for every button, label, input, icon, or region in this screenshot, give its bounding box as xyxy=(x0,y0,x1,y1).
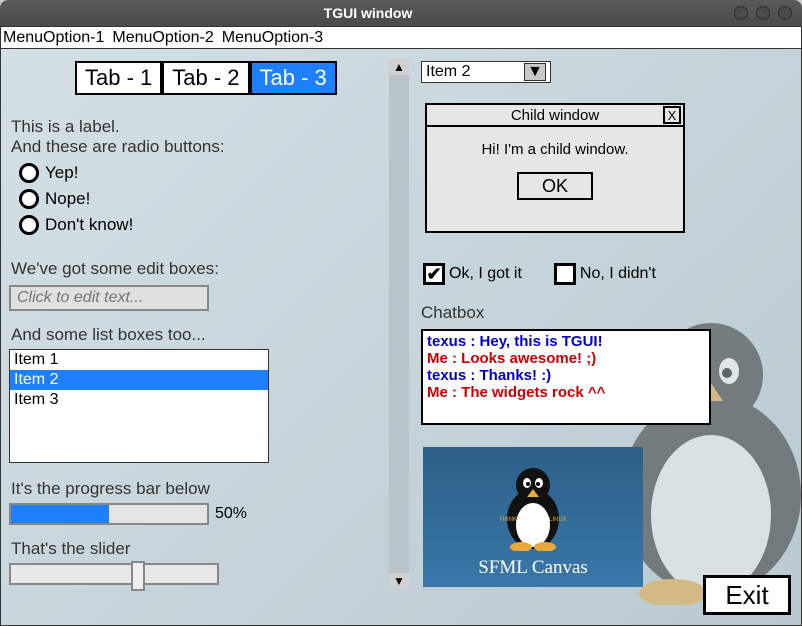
menubar: MenuOption-1 MenuOption-2 MenuOption-3 xyxy=(1,27,801,49)
radio-yep[interactable] xyxy=(19,163,39,183)
sfml-canvas: THINK LINUX SFML Canvas xyxy=(423,447,643,587)
combo-box[interactable]: Item 2 ▼ xyxy=(421,61,551,83)
child-window[interactable]: Child window X Hi! I'm a child window. O… xyxy=(425,103,685,233)
minimize-button[interactable] xyxy=(734,6,748,20)
list-item[interactable]: Item 2 xyxy=(10,370,268,390)
scroll-down-arrow-icon[interactable]: ▼ xyxy=(389,573,409,589)
radio-label-dontknow: Don't know! xyxy=(45,215,133,235)
menu-item-2[interactable]: MenuOption-2 xyxy=(110,29,215,47)
progress-label: It's the progress bar below xyxy=(11,479,210,499)
ok-button[interactable]: OK xyxy=(517,172,593,200)
radio-label-nope: Nope! xyxy=(45,189,90,209)
client-area: Tab - 1 Tab - 2 Tab - 3 This is a label.… xyxy=(1,49,801,625)
canvas-side-left: THINK xyxy=(499,517,517,523)
slider-thumb[interactable] xyxy=(131,561,145,591)
menu-item-3[interactable]: MenuOption-3 xyxy=(220,29,325,47)
penguin-icon: THINK LINUX xyxy=(493,463,573,551)
child-window-close-button[interactable]: X xyxy=(663,106,681,124)
child-window-message: Hi! I'm a child window. xyxy=(427,127,683,158)
checkbox-label-no: No, I didn't xyxy=(580,263,656,285)
checkbox-label-ok: Ok, I got it xyxy=(449,263,522,285)
listbox[interactable]: Item 1 Item 2 Item 3 xyxy=(9,349,269,463)
radio-row-dontknow[interactable]: Don't know! xyxy=(19,215,133,235)
exit-button[interactable]: Exit xyxy=(703,575,791,615)
titlebar: TGUI window xyxy=(0,0,802,26)
vertical-scrollbar[interactable]: ▲ ▼ xyxy=(389,59,409,589)
menu-item-1[interactable]: MenuOption-1 xyxy=(1,29,106,47)
radio-row-nope[interactable]: Nope! xyxy=(19,189,133,209)
radio-label-yep: Yep! xyxy=(45,163,78,183)
maximize-button[interactable] xyxy=(756,6,770,20)
chat-line: texus : Thanks! :) xyxy=(427,367,705,384)
intro-label-2: And these are radio buttons: xyxy=(11,137,225,157)
radio-dontknow[interactable] xyxy=(19,215,39,235)
chat-line: Me : The widgets rock ^^ xyxy=(427,384,705,401)
progress-fill xyxy=(11,505,109,523)
child-window-titlebar[interactable]: Child window X xyxy=(427,105,683,127)
scroll-up-arrow-icon[interactable]: ▲ xyxy=(389,59,409,75)
canvas-side-right: LINUX xyxy=(549,517,567,523)
radio-nope[interactable] xyxy=(19,189,39,209)
chat-line: Me : Looks awesome! ;) xyxy=(427,350,705,367)
window-title: TGUI window xyxy=(10,5,726,21)
close-button[interactable] xyxy=(778,6,792,20)
radio-group: Yep! Nope! Don't know! xyxy=(19,163,133,241)
tab-3[interactable]: Tab - 3 xyxy=(250,61,337,95)
checkbox-group: ✔ Ok, I got it No, I didn't xyxy=(423,263,688,285)
combo-selected: Item 2 xyxy=(426,63,470,81)
progress-bar xyxy=(9,503,209,525)
progress-value: 50% xyxy=(215,505,247,523)
tab-bar: Tab - 1 Tab - 2 Tab - 3 xyxy=(75,61,337,95)
tab-2[interactable]: Tab - 2 xyxy=(162,61,249,95)
scroll-track[interactable] xyxy=(389,75,409,573)
listbox-label: And some list boxes too... xyxy=(11,325,206,345)
list-item[interactable]: Item 1 xyxy=(10,350,268,370)
chevron-down-icon[interactable]: ▼ xyxy=(524,63,546,81)
intro-label-1: This is a label. xyxy=(11,117,120,137)
checkbox-ok[interactable]: ✔ xyxy=(423,263,445,285)
slider[interactable] xyxy=(9,563,219,585)
list-item[interactable]: Item 3 xyxy=(10,390,268,410)
canvas-label: SFML Canvas xyxy=(478,557,588,579)
radio-row-yep[interactable]: Yep! xyxy=(19,163,133,183)
edit-box[interactable] xyxy=(9,285,209,311)
progress-wrap: 50% xyxy=(9,503,247,525)
window-content: MenuOption-1 MenuOption-2 MenuOption-3 T… xyxy=(0,26,802,626)
chatbox[interactable]: texus : Hey, this is TGUI! Me : Looks aw… xyxy=(421,329,711,425)
editbox-label: We've got some edit boxes: xyxy=(11,259,219,279)
chatbox-label: Chatbox xyxy=(421,303,484,323)
checkbox-no[interactable] xyxy=(554,263,576,285)
child-window-title: Child window xyxy=(511,107,599,124)
tab-1[interactable]: Tab - 1 xyxy=(75,61,162,95)
chat-line: texus : Hey, this is TGUI! xyxy=(427,333,705,350)
slider-label: That's the slider xyxy=(11,539,130,559)
